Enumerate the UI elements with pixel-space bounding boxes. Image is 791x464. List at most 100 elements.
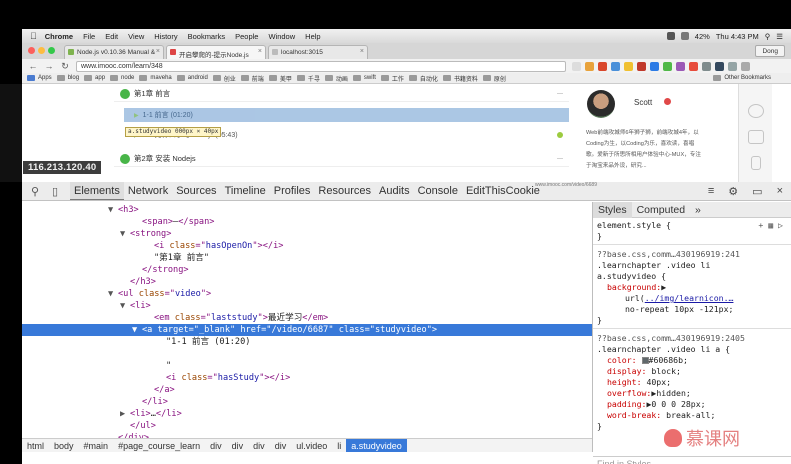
close-tab-icon[interactable]: ×: [258, 48, 262, 55]
device-mode-icon[interactable]: ▯: [48, 185, 62, 198]
bookmark-folder[interactable]: blog: [56, 75, 79, 81]
dom-node[interactable]: ▼ <strong>: [22, 228, 592, 240]
menu-bookmarks[interactable]: Bookmarks: [188, 32, 226, 41]
menu-help[interactable]: Help: [305, 32, 320, 41]
dom-node[interactable]: <i class="hasOpenOn"></i>: [22, 240, 592, 252]
dom-node[interactable]: "第1章 前言": [22, 252, 592, 264]
breadcrumb-item[interactable]: div: [248, 439, 270, 452]
list-icon[interactable]: ☰: [776, 32, 783, 41]
bookmark-folder[interactable]: 前端: [240, 74, 264, 83]
bookmark-folder[interactable]: 千寻: [296, 74, 320, 83]
tab-computed[interactable]: Computed: [632, 202, 690, 218]
console-drawer-icon[interactable]: ≡: [708, 185, 714, 198]
close-tab-icon[interactable]: ×: [156, 48, 160, 55]
extension-icon[interactable]: [598, 61, 607, 71]
extension-icon[interactable]: [702, 61, 711, 71]
dom-node[interactable]: "1-1 前言 (01:20): [22, 336, 592, 348]
dom-node[interactable]: <span>—</span>: [22, 216, 592, 228]
bookmark-apps[interactable]: Apps: [27, 75, 52, 81]
breadcrumb-item[interactable]: div: [227, 439, 249, 452]
menu-chrome[interactable]: Chrome: [45, 32, 73, 41]
minimize-window-icon[interactable]: [38, 47, 45, 54]
bookmark-folder[interactable]: app: [84, 75, 105, 81]
menu-icon[interactable]: [741, 61, 750, 71]
bookmark-folder[interactable]: android: [176, 75, 208, 81]
bookmark-folder[interactable]: 创业: [212, 74, 236, 83]
teacher-name[interactable]: Scott: [634, 98, 652, 107]
rule-source-link[interactable]: ??base.css,comm…430196919:2405: [597, 333, 791, 344]
expand-arrow-icon[interactable]: ▼: [132, 324, 142, 336]
bookmark-folder[interactable]: 原创: [482, 74, 506, 83]
bookmark-folder[interactable]: 动画: [324, 74, 348, 83]
extension-icon[interactable]: [689, 61, 698, 71]
breadcrumb-item[interactable]: li: [332, 439, 346, 452]
dom-node[interactable]: ▼ <ul class="video">: [22, 288, 592, 300]
tab-profiles[interactable]: Profiles: [270, 182, 315, 200]
search-icon[interactable]: ⚲: [28, 185, 42, 198]
tab-audits[interactable]: Audits: [375, 182, 414, 200]
close-icon[interactable]: ×: [777, 185, 783, 198]
dom-node[interactable]: </li>: [22, 396, 592, 408]
extension-icon[interactable]: [676, 61, 685, 71]
chapter-1-header[interactable]: 第1章 前言 —: [114, 86, 569, 102]
css-prop-overflow[interactable]: overflow:▶hidden;: [607, 388, 791, 399]
close-tab-icon[interactable]: ×: [360, 48, 364, 55]
collapse-icon[interactable]: —: [557, 91, 563, 97]
expand-arrow-icon[interactable]: ▶: [661, 282, 666, 292]
star-icon[interactable]: [572, 61, 581, 71]
dom-node[interactable]: <em class="laststudy">最近学习</em>: [22, 312, 592, 324]
extension-icon[interactable]: [624, 61, 633, 71]
extension-icon[interactable]: [611, 61, 620, 71]
comment-icon[interactable]: [748, 130, 764, 144]
expand-arrow-icon[interactable]: ▼: [108, 204, 118, 216]
tray-status-icon[interactable]: [666, 32, 675, 40]
apple-icon[interactable]: : [30, 31, 37, 41]
forward-arrow-icon[interactable]: →: [44, 61, 54, 71]
css-prop-word-break[interactable]: word-break: break-all;: [607, 410, 791, 421]
tab-network[interactable]: Network: [124, 182, 172, 200]
avatar[interactable]: [587, 90, 615, 118]
breadcrumb-item[interactable]: div: [205, 439, 227, 452]
extension-icon[interactable]: [728, 61, 737, 71]
tab-elements[interactable]: Elements: [70, 182, 124, 200]
css-prop-color[interactable]: color: #60686b;: [607, 355, 791, 366]
element-style-rule[interactable]: element.style { + ▦ ▷: [597, 220, 791, 231]
settings-gear-icon[interactable]: ⚙: [728, 185, 738, 198]
breadcrumb-item[interactable]: a.studyvideo: [346, 439, 407, 452]
css-prop-height[interactable]: height: 40px;: [607, 377, 791, 388]
expand-arrow-icon[interactable]: ▼: [120, 300, 130, 312]
mobile-icon[interactable]: [751, 156, 761, 170]
search-icon[interactable]: ⚲: [765, 32, 771, 41]
tab-resources[interactable]: Resources: [314, 182, 375, 200]
bookmark-other[interactable]: Other Bookmarks: [713, 75, 771, 81]
expand-arrow-icon[interactable]: ▼: [120, 228, 130, 240]
breadcrumb-item[interactable]: #main: [79, 439, 114, 452]
url-input[interactable]: www.imooc.com/learn/348: [76, 60, 566, 72]
wifi-icon[interactable]: [680, 32, 689, 40]
close-window-icon[interactable]: [28, 47, 35, 54]
tab-imooc[interactable]: 开启攀爬的-提示Node.js ×: [166, 45, 266, 59]
more-tabs-icon[interactable]: »: [690, 202, 706, 218]
menu-window[interactable]: Window: [268, 32, 295, 41]
css-prop-display[interactable]: display: block;: [607, 366, 791, 377]
dom-node[interactable]: [22, 348, 592, 360]
dock-icon[interactable]: ▭: [752, 185, 762, 198]
dom-node-selected[interactable]: ▼ <a target="_blank" href="/video/6687" c…: [22, 324, 592, 336]
dom-node[interactable]: </h3>: [22, 276, 592, 288]
dom-tree[interactable]: ▼ <h3> <span>—</span> ▼ <strong> <i class="ha…: [22, 202, 592, 438]
bookmark-folder[interactable]: swift: [352, 75, 376, 81]
breadcrumb-item[interactable]: ul.video: [291, 439, 332, 452]
breadcrumb-item[interactable]: html: [22, 439, 49, 452]
tab-console[interactable]: Console: [414, 182, 462, 200]
profile-button[interactable]: Dong: [755, 45, 785, 57]
dom-node[interactable]: ▼ <li>: [22, 300, 592, 312]
zoom-window-icon[interactable]: [48, 47, 55, 54]
breadcrumb-item[interactable]: body: [49, 439, 79, 452]
menu-people[interactable]: People: [235, 32, 258, 41]
bookmark-folder[interactable]: 美甲: [268, 74, 292, 83]
extension-icon[interactable]: [585, 61, 594, 71]
back-arrow-icon[interactable]: ←: [28, 61, 38, 71]
extension-icon[interactable]: [715, 61, 724, 71]
battery-percent[interactable]: 42%: [695, 32, 710, 41]
extension-icon[interactable]: [637, 61, 646, 71]
